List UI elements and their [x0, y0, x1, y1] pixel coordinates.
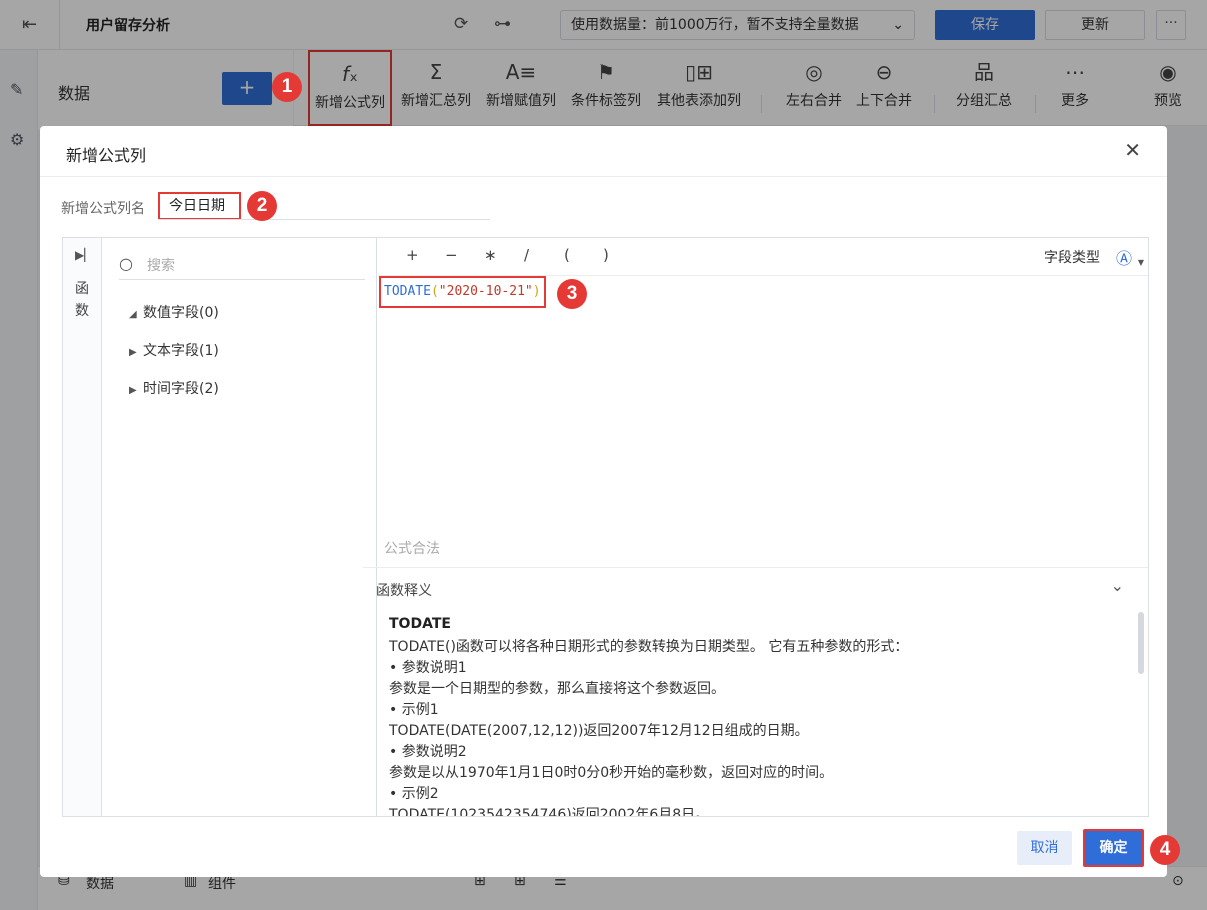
close-icon[interactable]: ✕	[1124, 138, 1141, 162]
tree-item-time[interactable]: ▶ 时间字段(2)	[129, 378, 219, 398]
formula-function: TODATE	[384, 284, 431, 299]
minus-operator-button[interactable]: −	[445, 246, 458, 264]
search-icon: ○	[119, 254, 133, 273]
right-paren-button[interactable]: )	[603, 246, 609, 264]
caret-down-icon: ◢	[129, 309, 137, 320]
function-explanation-panel: 函数释义 ⌄ TODATE TODATE()函数可以将各种日期形式的参数转换为日…	[363, 567, 1148, 816]
field-search-input[interactable]: ○ 搜索	[119, 248, 365, 280]
formula-argument: "2020-10-21"	[438, 284, 533, 299]
function-rail[interactable]: ▶▏ 函数	[63, 238, 102, 816]
cancel-button[interactable]: 取消	[1017, 831, 1072, 865]
column-name-input[interactable]: 今日日期	[158, 192, 241, 220]
field-type-icon[interactable]: Ⓐ	[1116, 245, 1132, 269]
explanation-line: 参数是以从1970年1月1日0时0分0秒开始的毫秒数，返回对应的时间。	[389, 765, 834, 781]
add-formula-column-dialog: 新增公式列 ✕ 新增公式列名 今日日期 ▶▏ 函数 ○ 搜索 ◢ 数值字段(0) …	[40, 126, 1167, 877]
scrollbar[interactable]	[1138, 612, 1144, 674]
multiply-operator-button[interactable]: ∗	[484, 246, 497, 264]
tree-item-text[interactable]: ▶ 文本字段(1)	[129, 340, 219, 360]
step-badge-3: 3	[557, 279, 587, 309]
explanation-title: 函数释义	[376, 583, 432, 599]
explanation-body: TODATE TODATE()函数可以将各种日期形式的参数转换为日期类型。 它有…	[389, 614, 1109, 816]
divide-operator-button[interactable]: /	[524, 246, 529, 264]
formula-paren: (	[430, 284, 439, 299]
field-panel: ○ 搜索 ◢ 数值字段(0) ▶ 文本字段(1) ▶ 时间字段(2)	[103, 238, 377, 816]
field-type-label: 字段类型	[1044, 250, 1100, 266]
step-badge-1: 1	[272, 72, 302, 102]
operator-bar: + − ∗ / ( ) 字段类型 Ⓐ ▼	[378, 238, 1148, 276]
step-badge-4: 4	[1150, 835, 1180, 865]
explanation-line: TODATE()函数可以将各种日期形式的参数转换为日期类型。 它有五种参数的形式…	[389, 639, 909, 655]
formula-input[interactable]: TODATE("2020-10-21")	[379, 276, 546, 308]
confirm-button[interactable]: 确定	[1083, 829, 1144, 867]
column-name-underline	[158, 219, 490, 220]
explanation-line: • 参数说明1	[389, 660, 467, 676]
explanation-line: TODATE(1023542354746)返回2002年6月8日。	[389, 807, 710, 816]
chevron-down-icon[interactable]: ⌄	[1111, 576, 1124, 595]
explanation-line: • 示例1	[389, 702, 439, 718]
left-paren-button[interactable]: (	[564, 246, 570, 264]
plus-operator-button[interactable]: +	[406, 246, 419, 264]
dialog-title: 新增公式列	[66, 146, 147, 165]
explanation-line: • 参数说明2	[389, 744, 467, 760]
caret-right-icon: ▶	[129, 347, 137, 358]
step-badge-2: 2	[247, 191, 277, 221]
expand-functions-icon[interactable]: ▶▏	[75, 248, 93, 262]
formula-area: + − ∗ / ( ) 字段类型 Ⓐ ▼ TODATE("2020-10-21"…	[363, 238, 1148, 816]
function-rail-label: 函数	[75, 281, 89, 319]
caret-right-icon: ▶	[129, 385, 137, 396]
explanation-line: • 示例2	[389, 786, 439, 802]
search-placeholder: 搜索	[147, 258, 175, 274]
explanation-function-name: TODATE	[389, 616, 451, 632]
formula-paren: )	[532, 284, 541, 299]
formula-validity: 公式合法	[384, 541, 440, 557]
explanation-line: TODATE(DATE(2007,12,12))返回2007年12月12日组成的…	[389, 723, 809, 739]
tree-item-label: 数值字段(0)	[143, 305, 219, 321]
dialog-header-divider	[40, 176, 1167, 177]
explanation-line: 参数是一个日期型的参数，那么直接将这个参数返回。	[389, 681, 725, 697]
formula-editor: ▶▏ 函数 ○ 搜索 ◢ 数值字段(0) ▶ 文本字段(1) ▶ 时间字段(2) + …	[62, 237, 1149, 817]
column-name-label: 新增公式列名	[61, 201, 145, 217]
tree-item-numeric[interactable]: ◢ 数值字段(0)	[129, 302, 219, 322]
caret-down-icon[interactable]: ▼	[1138, 258, 1144, 267]
tree-item-label: 时间字段(2)	[143, 381, 219, 397]
tree-item-label: 文本字段(1)	[143, 343, 219, 359]
